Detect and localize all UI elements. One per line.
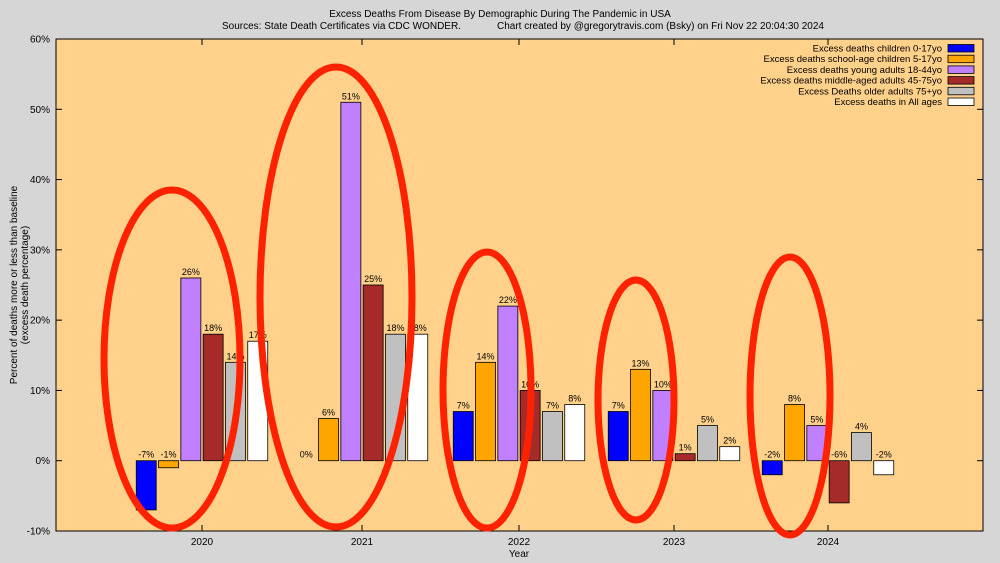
x-tick-label: 2022	[508, 537, 531, 548]
bar-value-label: 2%	[723, 436, 736, 446]
bar	[851, 432, 872, 462]
bar-value-label: -6%	[831, 450, 847, 460]
bar	[202, 333, 224, 462]
y-axis-label-sub: (excess death percentage)	[20, 226, 31, 344]
legend-label: Excess deaths in All ages	[834, 97, 942, 108]
bar	[158, 460, 179, 469]
y-tick-label: 60%	[30, 35, 50, 46]
bar-value-label: 7%	[612, 401, 625, 411]
bar	[340, 101, 362, 462]
y-axis-label: Percent of deaths more or less than base…	[9, 185, 20, 384]
legend-label: Excess deaths young adults 18-44yo	[787, 65, 942, 76]
bar-value-label: 5%	[810, 415, 823, 425]
y-tick-label: 30%	[30, 245, 50, 256]
bar	[542, 411, 563, 462]
legend-swatch	[947, 54, 975, 64]
bar-value-label: 7%	[546, 401, 559, 411]
bar-value-label: 14%	[477, 351, 495, 361]
bar-value-label: -2%	[764, 450, 780, 460]
bar-value-label: 1%	[679, 443, 692, 453]
bar	[362, 284, 384, 462]
bar-value-label: -7%	[138, 450, 154, 460]
bar	[497, 305, 519, 462]
legend-label: Excess deaths school-age children 5-17yo	[764, 54, 943, 65]
bar	[475, 361, 496, 462]
legend-label: Excess Deaths older adults 75+yo	[798, 86, 942, 97]
bar-value-label: -2%	[876, 450, 892, 460]
bar-value-label: 5%	[701, 415, 714, 425]
bar	[318, 418, 339, 462]
bar	[452, 411, 474, 462]
bar	[719, 446, 741, 462]
legend-swatch	[947, 86, 975, 96]
x-tick-label: 2023	[663, 537, 686, 548]
bar	[674, 453, 696, 462]
bar	[873, 460, 895, 476]
y-tick-label: 20%	[30, 316, 50, 327]
bar-value-label: 22%	[499, 295, 517, 305]
bar-value-label: 8%	[788, 393, 801, 403]
bar-chart: -10% 0% 10% 20% 30% 40% 50% 60% 2020 2021 2022 202…	[9, 35, 984, 560]
x-tick-label: 2020	[191, 537, 214, 548]
bar-value-label: 10%	[654, 379, 672, 389]
bar	[784, 404, 805, 462]
bar	[607, 411, 629, 462]
bar-value-label: 4%	[855, 422, 868, 432]
bar-value-label: 25%	[364, 274, 382, 284]
bar-value-label: -1%	[161, 450, 177, 460]
legend-label: Excess deaths children 0-17yo	[813, 44, 942, 55]
bar-value-label: 6%	[322, 408, 335, 418]
bar-value-label: 51%	[342, 91, 360, 101]
bar-value-label: 18%	[204, 323, 222, 333]
y-tick-label: 50%	[30, 105, 50, 116]
bar-value-label: 7%	[457, 401, 470, 411]
legend-swatch	[947, 76, 975, 85]
y-tick-label: 0%	[36, 456, 51, 467]
y-tick-label: -10%	[27, 527, 50, 538]
legend-swatch	[947, 65, 975, 74]
x-tick-label: 2024	[817, 537, 840, 548]
y-tick-label: 40%	[30, 175, 50, 186]
legend-swatch	[947, 97, 975, 106]
bar-value-label: 0%	[300, 450, 313, 460]
bar	[828, 460, 850, 504]
bar	[564, 404, 586, 462]
legend-swatch	[947, 44, 975, 53]
legend-label: Excess deaths middle-aged adults 45-75yo	[760, 76, 942, 87]
bar-value-label: 18%	[386, 323, 404, 333]
y-tick-label: 10%	[30, 386, 50, 397]
bar-value-label: 26%	[182, 267, 200, 277]
bar-value-label: 13%	[632, 358, 650, 368]
bar	[630, 368, 651, 462]
x-axis-label: Year	[509, 549, 530, 560]
bar	[180, 277, 202, 462]
bar	[761, 460, 783, 476]
x-tick-label: 2021	[351, 537, 374, 548]
bar-value-label: 8%	[568, 393, 581, 403]
bar	[697, 425, 718, 462]
